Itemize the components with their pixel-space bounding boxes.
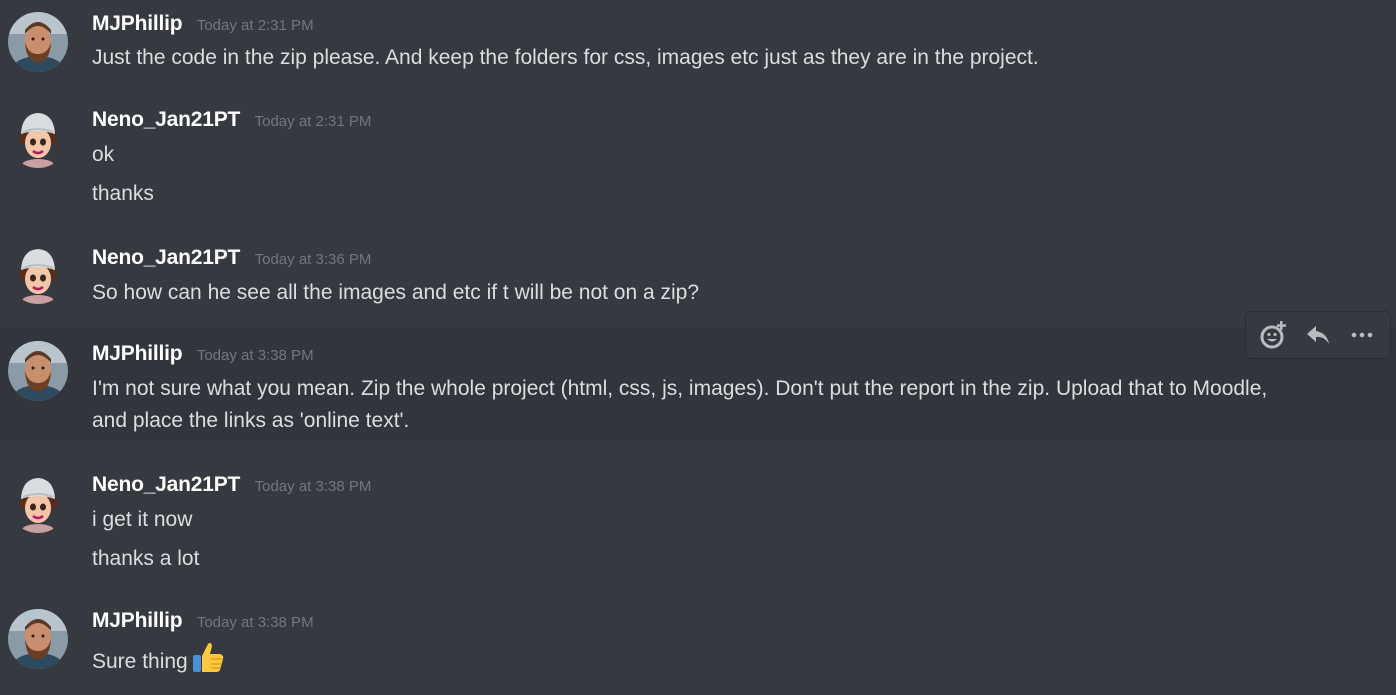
reply-button[interactable] <box>1298 315 1338 355</box>
message-text: So how can he see all the images and etc… <box>92 281 700 304</box>
avatar[interactable] <box>8 244 68 304</box>
message-text: ok <box>92 143 115 166</box>
avatar[interactable] <box>8 108 68 168</box>
timestamp: Today at 2:31 PM <box>196 17 314 34</box>
author-name[interactable]: MJPhillip <box>92 609 183 632</box>
author-name[interactable]: MJPhillip <box>92 342 183 365</box>
more-options-button[interactable] <box>1342 315 1382 355</box>
message-text-container: Sure thing <box>92 640 225 684</box>
author-name[interactable]: Neno_Jan21PT <box>92 473 240 496</box>
chat-messages: MJPhillip Today at 2:31 PM Just the code… <box>0 0 1396 695</box>
add-reaction-button[interactable] <box>1254 315 1294 355</box>
timestamp: Today at 3:36 PM <box>254 251 372 268</box>
timestamp: Today at 2:31 PM <box>254 113 372 130</box>
message-text: Just the code in the zip please. And kee… <box>92 46 1039 69</box>
cartoon-woman-beanie-avatar-icon <box>8 244 68 304</box>
author-name[interactable]: MJPhillip <box>92 12 183 35</box>
message-text: I'm not sure what you mean. Zip the whol… <box>92 377 1268 432</box>
cartoon-woman-beanie-avatar-icon <box>8 108 68 168</box>
bearded-man-avatar-icon <box>8 609 68 669</box>
message-group: MJPhillip Today at 3:38 PM Sure thing <box>0 591 1396 695</box>
message-text: thanks a lot <box>92 547 200 570</box>
thumbs-up-emoji-icon[interactable] <box>191 640 225 684</box>
author-name[interactable]: Neno_Jan21PT <box>92 108 240 131</box>
cartoon-woman-beanie-avatar-icon <box>8 473 68 533</box>
avatar[interactable] <box>8 609 68 669</box>
message-group: Neno_Jan21PT Today at 3:36 PM So how can… <box>0 232 1396 328</box>
add-reaction-icon <box>1260 321 1286 349</box>
message-group[interactable]: MJPhillip Today at 3:38 PM I'm not sure … <box>0 328 1396 441</box>
message-text: thanks <box>92 182 154 205</box>
message-group: MJPhillip Today at 2:31 PM Just the code… <box>0 0 1396 96</box>
timestamp: Today at 3:38 PM <box>254 478 372 495</box>
message-text: Sure thing <box>92 650 188 673</box>
message-text: i get it now <box>92 508 193 531</box>
timestamp: Today at 3:38 PM <box>196 614 314 631</box>
message-group: Neno_Jan21PT Today at 2:31 PM ok thanks <box>0 96 1396 232</box>
bearded-man-avatar-icon <box>8 341 68 401</box>
bearded-man-avatar-icon <box>8 12 68 72</box>
more-options-icon <box>1351 332 1373 338</box>
message-group: Neno_Jan21PT Today at 3:38 PM i get it n… <box>0 441 1396 591</box>
reply-icon <box>1307 326 1329 344</box>
author-name[interactable]: Neno_Jan21PT <box>92 246 240 269</box>
avatar[interactable] <box>8 12 68 72</box>
timestamp: Today at 3:38 PM <box>196 347 314 364</box>
avatar[interactable] <box>8 341 68 401</box>
message-action-bar <box>1245 311 1391 359</box>
avatar[interactable] <box>8 473 68 533</box>
